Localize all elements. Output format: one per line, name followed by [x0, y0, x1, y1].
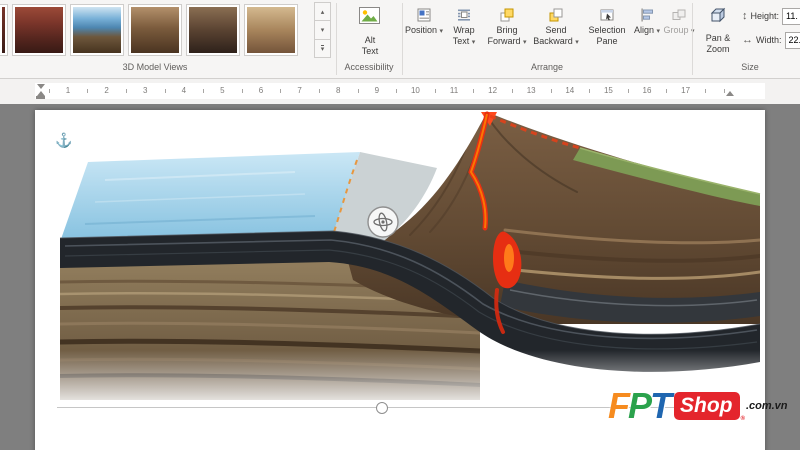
ruler-number: 8	[335, 86, 341, 95]
send-backward-button[interactable]: Send Backward ▾	[530, 2, 582, 60]
width-spinbox: ▲▼	[784, 31, 800, 49]
height-row: ↕ Height: ▲▼	[742, 6, 800, 26]
group-label-size: Size	[741, 62, 759, 72]
ruler-track: 1 2 3 4 5 6 7 8 9 10 11 12 13 14 15 16 17	[35, 83, 765, 99]
ruler-number: 13	[526, 86, 536, 95]
model-view-thumbnail[interactable]	[244, 4, 298, 56]
position-button[interactable]: Position ▾	[404, 2, 444, 60]
align-button[interactable]: Align ▾	[632, 2, 662, 60]
send-backward-icon	[548, 5, 564, 25]
alt-text-icon	[358, 5, 382, 32]
gallery-scroll-controls: ▴ ▾ ▾	[314, 2, 331, 58]
alt-text-button[interactable]: Alt Text	[340, 2, 400, 60]
ruler-number: 11	[449, 86, 459, 95]
registered-mark: ®	[740, 416, 745, 422]
bring-forward-button[interactable]: Bring Forward ▾	[484, 2, 530, 60]
group-label-arrange: Arrange	[530, 62, 564, 72]
ruler-number: 1	[65, 86, 71, 95]
fpt-letter-f: F	[608, 385, 630, 426]
gallery-more-button[interactable]: ▾	[314, 39, 331, 58]
right-indent-marker[interactable]	[726, 91, 734, 96]
width-input[interactable]	[785, 32, 800, 48]
group-button: Group ▾	[662, 2, 696, 60]
fpt-shop-badge: Shop	[674, 392, 740, 420]
width-row: ↔ Width: ▲▼	[742, 30, 800, 50]
position-icon	[416, 5, 432, 25]
word-window: ▴ ▾ ▾ 3D Model Views Alt Text Accessibil…	[0, 0, 800, 450]
fpt-letter-p: P	[628, 385, 652, 426]
ruler-number: 6	[258, 86, 264, 95]
chevron-down-icon: ▾	[575, 38, 579, 46]
rotate-3d-handle[interactable]	[367, 206, 399, 238]
model-view-thumbnail[interactable]	[0, 4, 8, 56]
chevron-down-icon: ▾	[523, 38, 527, 46]
left-indent-marker[interactable]	[36, 96, 45, 99]
height-label: Height:	[750, 11, 780, 21]
chevron-down-icon: ▾	[471, 38, 476, 46]
ruler-number: 4	[181, 86, 187, 95]
pan-zoom-label: Pan & Zoom	[705, 33, 731, 54]
gallery-more-icon: ▾	[320, 44, 325, 53]
ruler-number: 14	[565, 86, 575, 95]
group-label-accessibility: Accessibility	[344, 62, 394, 72]
chevron-down-icon: ▾	[439, 28, 444, 35]
gallery-scroll-up-button[interactable]: ▴	[314, 2, 331, 22]
ruler-number: 7	[297, 86, 302, 95]
fpt-letter-t: T	[650, 385, 672, 426]
model-views-gallery	[0, 2, 298, 58]
size-fields: ↕ Height: ▲▼ ↔ Width: ▲▼	[742, 6, 800, 54]
fpt-shop-watermark: F P T Shop ® .com.vn	[608, 388, 788, 424]
selection-pane-icon	[599, 5, 615, 25]
ruler-number: 5	[220, 86, 225, 95]
alt-text-label: Alt Text	[361, 35, 379, 56]
group-icon	[671, 5, 687, 25]
selection-resize-handle[interactable]	[376, 402, 388, 414]
group-label-3d-model-views: 3D Model Views	[122, 62, 188, 72]
ruler-number: 15	[603, 86, 613, 95]
height-icon: ↕	[742, 10, 748, 22]
arrange-group: Position ▾ Wrap Text ▾ Bring Forward ▾ S…	[404, 2, 696, 60]
ruler-number: 9	[374, 86, 380, 95]
bring-forward-icon	[499, 5, 515, 25]
width-label: Width:	[756, 35, 782, 45]
ruler-number: 12	[488, 86, 498, 95]
first-line-indent-marker[interactable]	[37, 84, 45, 89]
ruler-number: 17	[681, 86, 691, 95]
model-view-thumbnail[interactable]	[128, 4, 182, 56]
gallery-scroll-down-button[interactable]: ▾	[314, 21, 331, 40]
model-view-thumbnail[interactable]	[12, 4, 66, 56]
ruler-number: 10	[410, 86, 420, 95]
3d-model-object[interactable]	[35, 110, 765, 410]
ruler-number: 2	[104, 86, 109, 95]
model-view-thumbnail[interactable]	[70, 4, 124, 56]
selection-pane-button[interactable]: Selection Pane	[582, 2, 632, 60]
pan-zoom-cube-icon	[708, 5, 728, 30]
wrap-text-button[interactable]: Wrap Text ▾	[444, 2, 484, 60]
align-icon	[639, 5, 655, 25]
fpt-domain: .com.vn	[745, 400, 788, 412]
ruler: 1 2 3 4 5 6 7 8 9 10 11 12 13 14 15 16 17	[0, 79, 800, 104]
model-view-thumbnail[interactable]	[186, 4, 240, 56]
ruler-number: 16	[642, 86, 652, 95]
pan-zoom-button[interactable]: Pan & Zoom	[696, 2, 740, 60]
height-spinbox: ▲▼	[782, 7, 800, 25]
chevron-down-icon: ▾	[656, 28, 661, 35]
width-icon: ↔	[742, 34, 753, 46]
ruler-number: 3	[142, 86, 148, 95]
ribbon: ▴ ▾ ▾ 3D Model Views Alt Text Accessibil…	[0, 0, 800, 79]
height-input[interactable]	[783, 8, 800, 24]
wrap-text-icon	[456, 5, 472, 25]
